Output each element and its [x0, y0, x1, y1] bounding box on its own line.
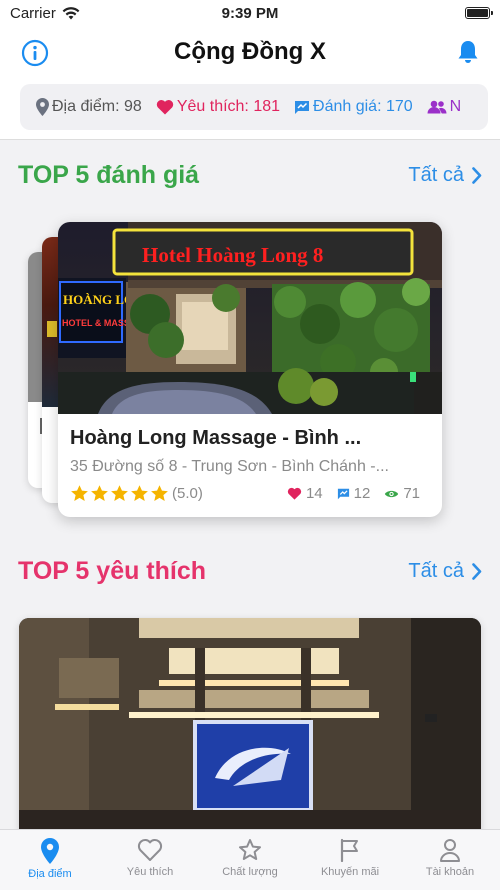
tab-promotions-label: Khuyến mãi [320, 866, 380, 878]
page-title: Cộng Đồng X [174, 38, 326, 65]
stat-places[interactable]: Địa điểm: 98 [36, 98, 142, 116]
place-address: 35 Đường số 8 - Trung Sơn - Bình Chánh -… [70, 458, 389, 475]
place-name: Hoàng Long Massage - Bình ... [70, 427, 362, 449]
views-count: 71 [384, 485, 420, 502]
tab-quality[interactable]: Chất lượng [200, 830, 300, 890]
tab-places[interactable]: Địa điểm [0, 830, 100, 890]
user-icon [440, 839, 460, 862]
stats-bar: Địa điểm: 98 Yêu thích: 181 Đánh giá: 17… [0, 78, 500, 140]
section-top-rated-title: TOP 5 đánh giá [18, 160, 200, 189]
stat-places-label: Địa điểm: 98 [52, 98, 142, 115]
status-bar: Carrier 9:39 PM [0, 0, 500, 26]
stat-members-label: N [449, 98, 462, 115]
likes-value: 14 [305, 485, 323, 502]
chevron-right-icon [472, 166, 482, 184]
top-rated-card[interactable]: Hotel Hoàng Long 8 HOÀNG LONG HOTEL & MA… [58, 222, 442, 517]
carrier-label: Carrier [10, 4, 56, 22]
chevron-right-icon [472, 562, 482, 580]
tab-bar: Địa điểm Yêu thích Chất lượng Khuyến mãi… [0, 829, 500, 890]
nav-bar: Cộng Đồng X [0, 26, 500, 78]
users-icon [427, 100, 447, 114]
wifi-icon [62, 6, 80, 19]
stat-likes[interactable]: Yêu thích: 181 [156, 98, 280, 116]
heart-icon [156, 100, 173, 115]
star-icon [111, 485, 128, 502]
reviews-count: 12 [337, 485, 371, 502]
place-photo: Hotel Hoàng Long 8 HOÀNG LONG HOTEL & MA… [58, 222, 442, 414]
review-icon [295, 100, 310, 114]
tab-places-label: Địa điểm [28, 868, 72, 880]
tab-account-label: Tài khoản [425, 866, 475, 878]
stat-likes-label: Yêu thích: 181 [176, 98, 281, 115]
map-pin-icon [36, 98, 49, 116]
rating-stars [70, 484, 169, 503]
stat-reviews[interactable]: Đánh giá: 170 [294, 98, 413, 116]
section-top-liked-header: TOP 5 yêu thích Tất cả [18, 554, 482, 588]
stats-scroll[interactable]: Địa điểm: 98 Yêu thích: 181 Đánh giá: 17… [20, 84, 488, 130]
tab-quality-label: Chất lượng [222, 866, 278, 878]
battery-icon [465, 7, 493, 19]
see-all-top-liked-button[interactable]: Tất cả [408, 560, 482, 583]
place-counts: 14 12 71 [273, 485, 420, 502]
stat-members[interactable]: N [427, 98, 462, 116]
top-liked-card[interactable] [19, 618, 481, 838]
bell-icon[interactable] [454, 38, 482, 66]
carrier-group: Carrier [10, 5, 80, 22]
review-icon [337, 488, 349, 499]
tab-promotions[interactable]: Khuyến mãi [300, 830, 400, 890]
tab-favorites[interactable]: Yêu thích [100, 830, 200, 890]
battery-fill [467, 9, 488, 17]
star-icon [151, 485, 168, 502]
views-value: 71 [403, 485, 420, 502]
tab-account[interactable]: Tài khoản [400, 830, 500, 890]
info-circle-icon[interactable] [21, 39, 49, 67]
star-icon [131, 485, 148, 502]
eye-icon [385, 490, 399, 497]
heart-icon [287, 487, 302, 500]
see-all-label: Tất cả [408, 163, 464, 186]
star-outline-icon [239, 839, 261, 860]
section-top-rated-header: TOP 5 đánh giá Tất cả [18, 158, 482, 192]
map-pin-icon [41, 838, 59, 864]
rating: (5.0) [70, 484, 203, 503]
star-icon [91, 485, 108, 502]
section-top-liked-title: TOP 5 yêu thích [18, 556, 207, 585]
star-icon [71, 485, 88, 502]
flag-icon [340, 838, 358, 862]
see-all-label: Tất cả [408, 559, 464, 582]
reviews-value: 12 [353, 485, 371, 502]
hotel-sign-text: Hotel Hoàng Long 8 [142, 243, 323, 267]
see-all-top-rated-button[interactable]: Tất cả [408, 164, 482, 187]
tab-favorites-label: Yêu thích [126, 866, 174, 878]
likes-count: 14 [287, 485, 323, 502]
heart-outline-icon [137, 839, 163, 861]
rating-value: (5.0) [172, 485, 203, 502]
stat-reviews-label: Đánh giá: 170 [313, 98, 413, 115]
place-photo [19, 618, 481, 838]
